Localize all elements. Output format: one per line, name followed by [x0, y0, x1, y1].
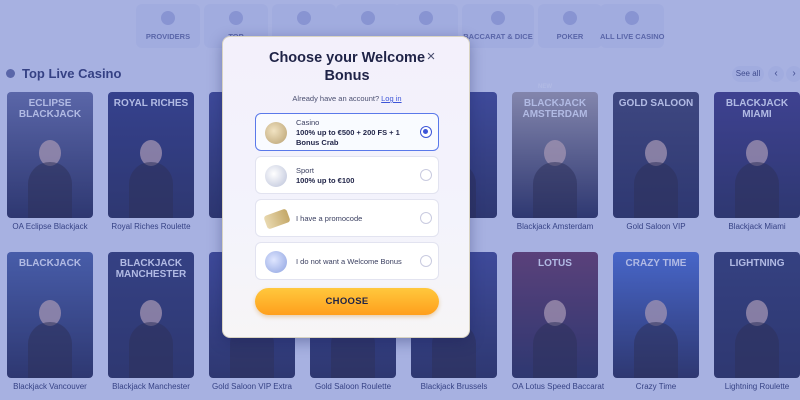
- account-prompt: Already have an account? Log in: [223, 94, 471, 103]
- radio-sport[interactable]: [420, 169, 432, 181]
- football-icon: [265, 165, 287, 187]
- radio-casino[interactable]: [420, 126, 432, 138]
- choose-button[interactable]: CHOOSE: [255, 288, 439, 315]
- close-icon[interactable]: ×: [424, 49, 438, 64]
- welcome-bonus-modal: Choose your Welcome Bonus × Already have…: [222, 36, 470, 338]
- bonus-option-value: 100% up to €500 + 200 FS + 1 Bonus Crab: [296, 128, 400, 147]
- bonus-option-casino-text: Casino 100% up to €500 + 200 FS + 1 Bonu…: [296, 118, 414, 148]
- bonus-option-label: Sport: [296, 166, 314, 175]
- bonus-option-value: 100% up to €100: [296, 176, 355, 185]
- modal-title: Choose your Welcome Bonus: [268, 50, 426, 84]
- bonus-option-casino[interactable]: Casino 100% up to €500 + 200 FS + 1 Bonu…: [255, 113, 439, 151]
- login-link[interactable]: Log in: [381, 94, 401, 103]
- no-bonus-icon: [265, 251, 287, 273]
- radio-promocode[interactable]: [420, 212, 432, 224]
- bonus-option-label: I do not want a Welcome Bonus: [296, 257, 402, 266]
- bonus-option-no-bonus-text: I do not want a Welcome Bonus: [296, 243, 414, 281]
- bonus-option-sport[interactable]: Sport 100% up to €100: [255, 156, 439, 194]
- ticket-icon: [263, 208, 291, 230]
- bonus-option-promocode[interactable]: I have a promocode: [255, 199, 439, 237]
- slot-machine-icon: [265, 122, 287, 144]
- bonus-option-sport-text: Sport 100% up to €100: [296, 157, 414, 195]
- radio-no-bonus[interactable]: [420, 255, 432, 267]
- bonus-option-no-bonus[interactable]: I do not want a Welcome Bonus: [255, 242, 439, 280]
- account-prompt-text: Already have an account?: [292, 94, 380, 103]
- bonus-option-promocode-text: I have a promocode: [296, 200, 414, 238]
- bonus-option-label: I have a promocode: [296, 214, 363, 223]
- bonus-option-label: Casino: [296, 118, 320, 127]
